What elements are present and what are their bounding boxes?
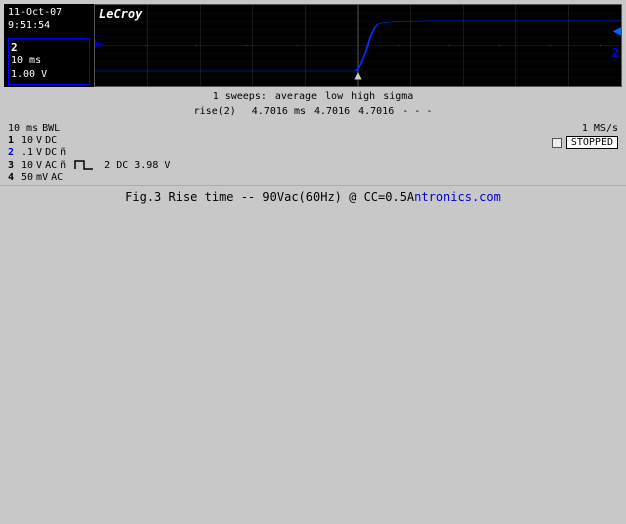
trigger-bottom-arrow: ▲ <box>354 68 361 82</box>
ch1-unit: V <box>36 135 42 146</box>
ch1-label: 2 <box>11 41 87 54</box>
low-header: low <box>325 89 343 104</box>
ch4-num: 4 <box>8 172 18 183</box>
high-value: 4.7016 <box>358 104 394 119</box>
bwl-label: BWL <box>42 123 60 134</box>
info-panel: 11-Oct-07 9:51:54 2 10 ms 1.00 V <box>4 4 94 87</box>
bottom-bar: 10 ms BWL 1 10 V DC 2 .1 V DC ñ 3 <box>0 121 626 185</box>
ch2-row: 2 .1 V DC ñ <box>8 147 170 158</box>
ch1-volts: 10 <box>21 135 33 146</box>
status-badge: STOPPED <box>566 136 618 149</box>
trigger-right-arrow: ◀ <box>613 23 621 39</box>
ch2-volts: .1 <box>21 147 33 158</box>
ch2-coupling: DC <box>45 147 57 158</box>
ch3-coupling: AC <box>45 160 57 171</box>
bottom-main-row: 10 ms BWL 1 10 V DC 2 .1 V DC ñ 3 <box>8 123 618 183</box>
square-wave-icon <box>73 159 95 171</box>
ch4-row: 4 50 mV AC <box>8 172 170 183</box>
caption-bar: Fig.3 Rise time -- 90Vac(60Hz) @ CC=0.5A… <box>0 185 626 206</box>
ch3-extra: ñ <box>60 160 66 171</box>
ch3-row: 3 10 V AC ñ 2 DC 3.98 V <box>8 159 170 171</box>
sigma-value: - - - <box>402 104 432 119</box>
stats-header-row: 1 sweeps: average low high sigma <box>8 89 618 104</box>
ch1-row: 1 10 V DC <box>8 135 170 146</box>
low-value: 4.7016 <box>314 104 350 119</box>
scope-area: 11-Oct-07 9:51:54 2 10 ms 1.00 V LeCroy … <box>0 0 626 87</box>
ch2-extra: ñ <box>60 147 66 158</box>
sigma-header: sigma <box>383 89 413 104</box>
status-indicator <box>552 138 562 148</box>
ch3-volts: 10 <box>21 160 33 171</box>
measurement-name: rise(2) <box>194 104 236 119</box>
caption-text: Fig.3 Rise time -- 90Vac(60Hz) @ CC=0.5A <box>125 190 414 204</box>
ch2-num: 2 <box>8 147 18 158</box>
scope-screen: LeCroy ▶ ◀ 2 ▲ <box>94 4 622 87</box>
avg-header: average <box>275 89 317 104</box>
status-row: STOPPED <box>552 136 618 149</box>
stats-values-row: rise(2) 4.7016 ms 4.7016 4.7016 - - - <box>8 104 618 119</box>
ch4-coupling: AC <box>51 172 63 183</box>
timestamp-date: 11-Oct-07 <box>8 6 90 19</box>
avg-value: 4.7016 ms <box>252 104 306 119</box>
ch4-unit: mV <box>36 172 48 183</box>
ch3-unit: V <box>36 160 42 171</box>
ch4-volts: 50 <box>21 172 33 183</box>
ch1-timebase: 10 ms 1.00 V <box>11 54 87 82</box>
ch1-info-box: 2 10 ms 1.00 V <box>8 38 90 85</box>
caption-suffix: ntronics.com <box>414 190 501 204</box>
ch2-dc-label: 2 DC 3.98 V <box>104 160 170 171</box>
timestamp-time: 9:51:54 <box>8 19 90 32</box>
bottom-left-panel: 10 ms BWL 1 10 V DC 2 .1 V DC ñ 3 <box>8 123 170 183</box>
stats-bar: 1 sweeps: average low high sigma rise(2)… <box>0 87 626 121</box>
ch2-unit: V <box>36 147 42 158</box>
timebase-bwl-row: 10 ms BWL <box>8 123 170 134</box>
timestamp: 11-Oct-07 9:51:54 <box>8 6 90 32</box>
sample-rate: 1 MS/s <box>582 123 618 134</box>
main-container: 11-Oct-07 9:51:54 2 10 ms 1.00 V LeCroy … <box>0 0 626 524</box>
timebase-value: 10 ms <box>8 123 38 134</box>
ch1-num: 1 <box>8 135 18 146</box>
trigger-left-arrow: ▶ <box>95 36 103 52</box>
ch3-num: 3 <box>8 160 18 171</box>
high-header: high <box>351 89 375 104</box>
ch1-coupling: DC <box>45 135 57 146</box>
brand-label: LeCroy <box>99 7 142 21</box>
ch2-side-label: 2 <box>612 46 619 60</box>
sweeps-count: 1 sweeps: <box>213 89 267 104</box>
bottom-right-panel: 1 MS/s STOPPED <box>552 123 618 149</box>
